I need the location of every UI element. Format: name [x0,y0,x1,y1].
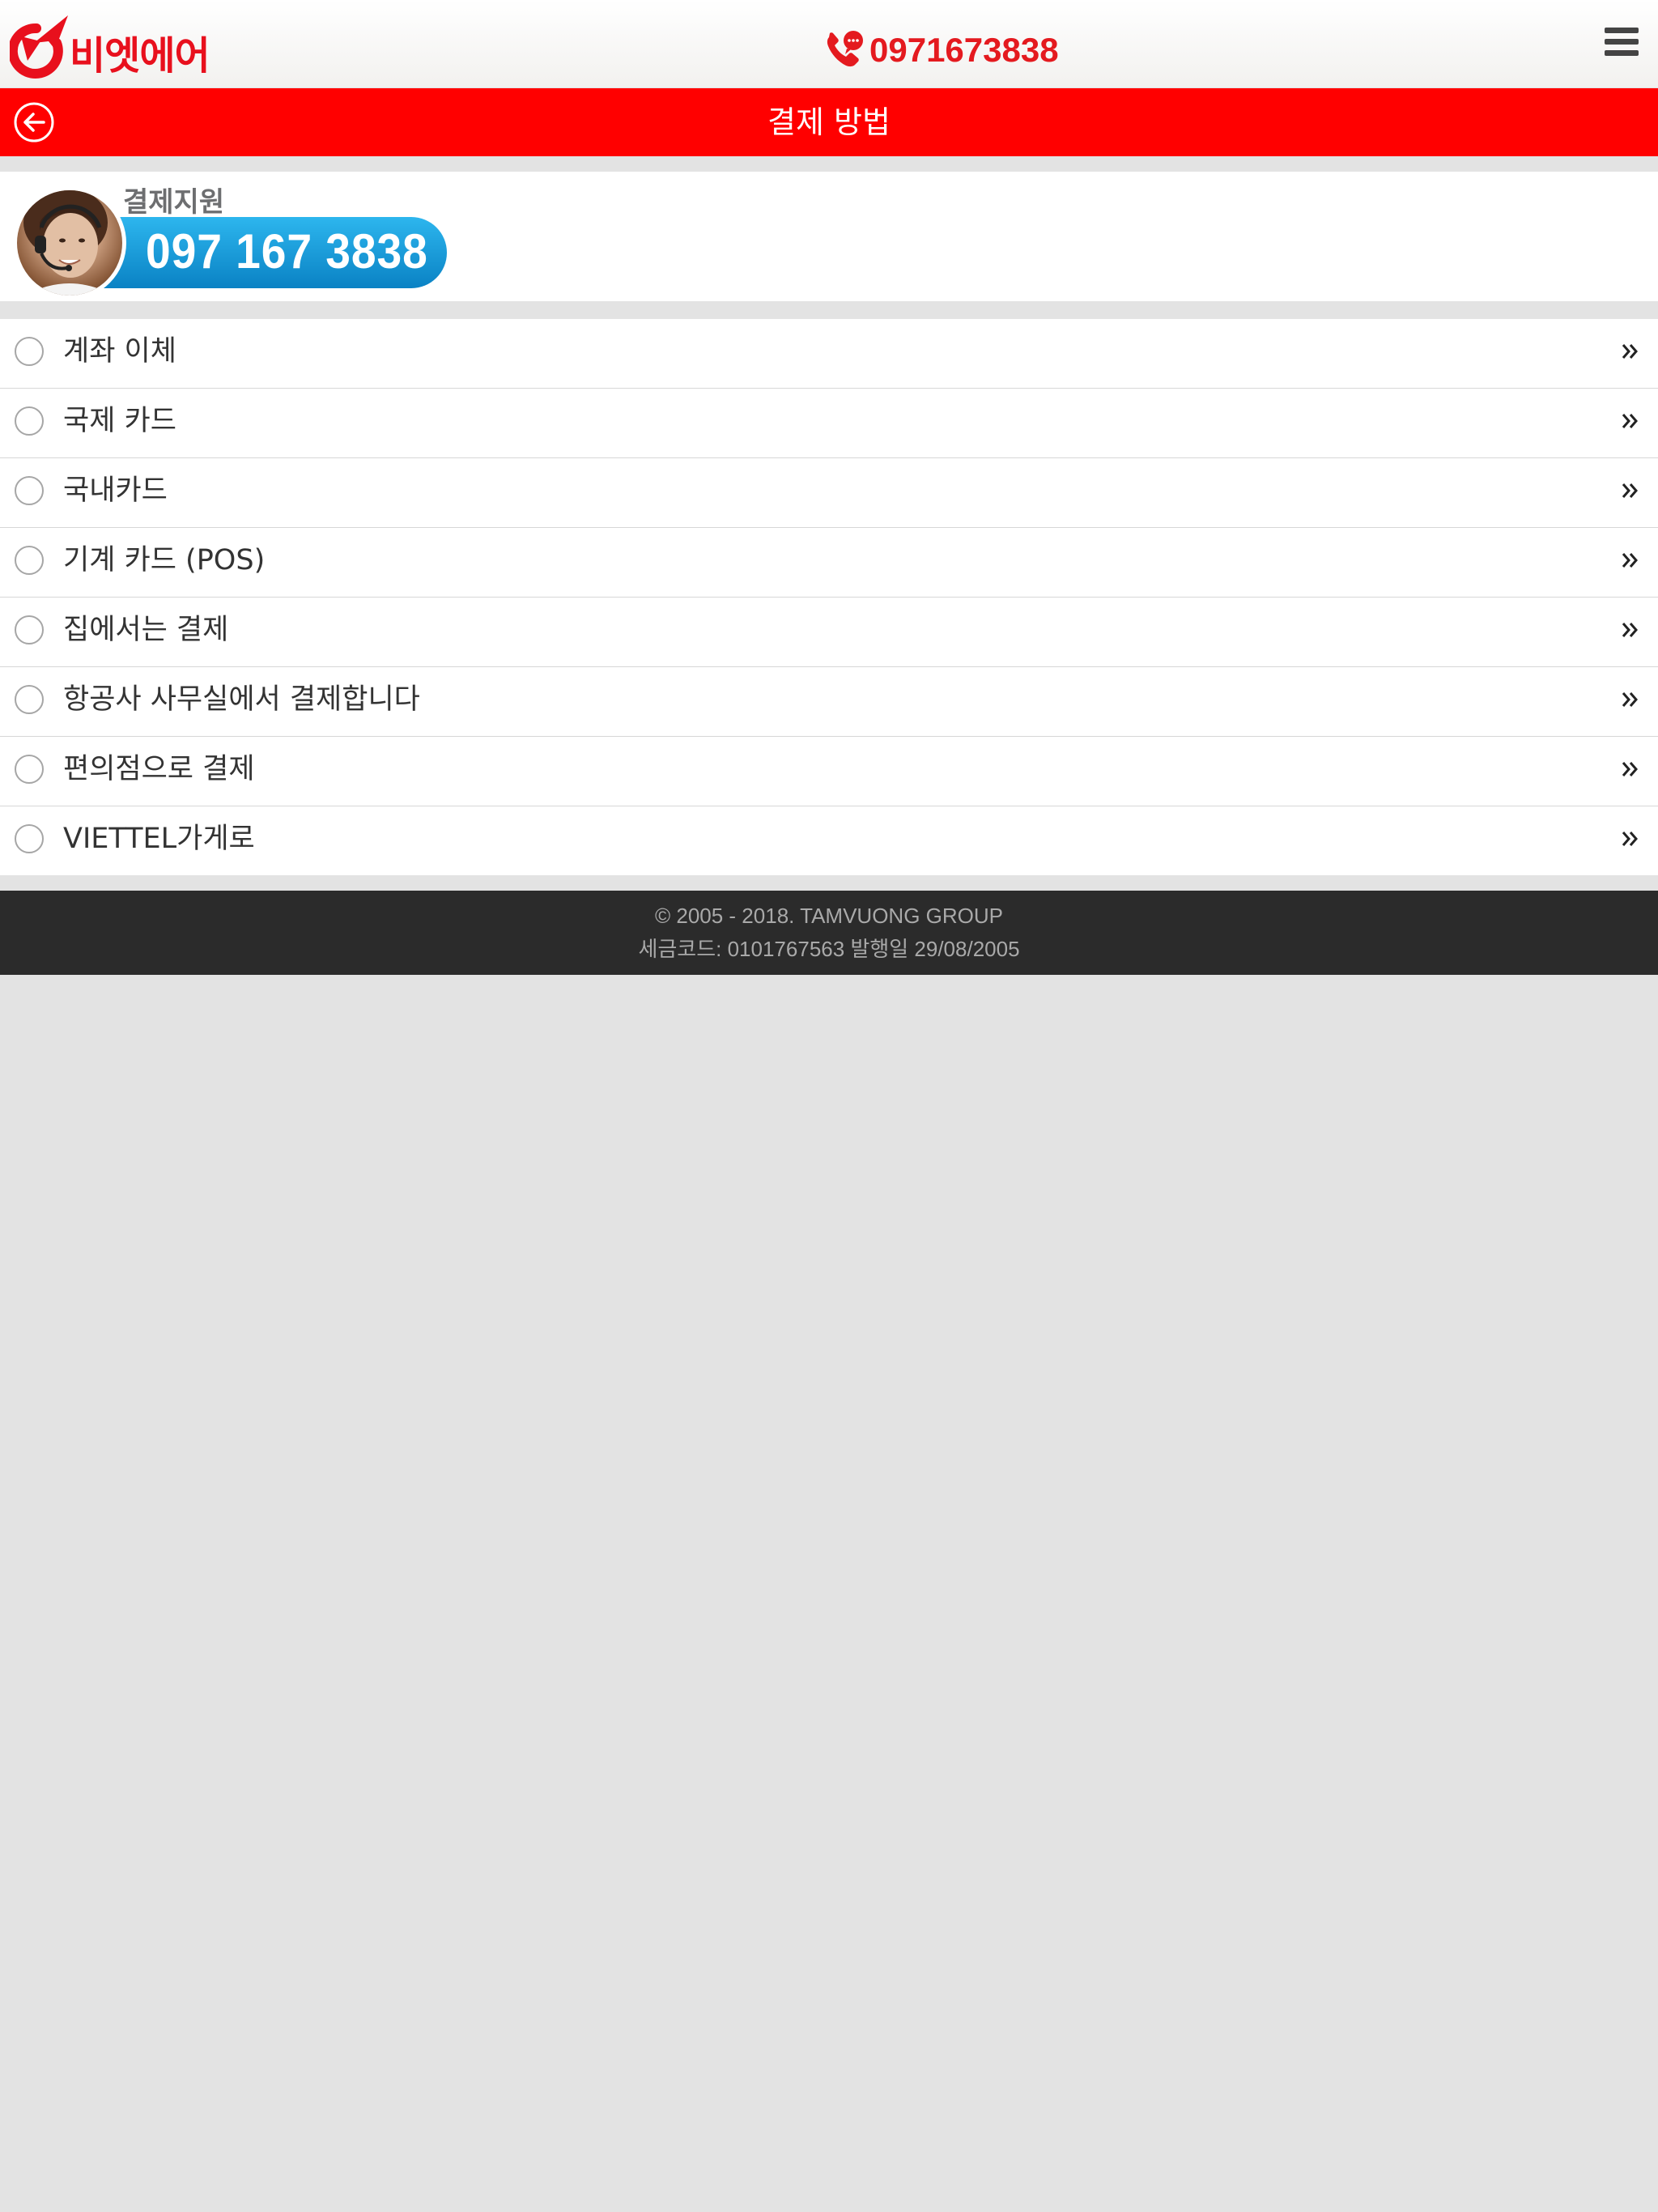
double-chevron-right-icon [1622,832,1638,846]
payment-method-label: 기계 카드 (POS) [63,544,266,576]
radio-empty-icon[interactable] [15,755,44,784]
header-phone-number: 0971673838 [869,31,1059,69]
payment-method-label: 국제 카드 [63,405,176,437]
double-chevron-right-icon [1622,623,1638,637]
list-item[interactable]: VIETTEL가게로 [0,806,1658,875]
page-footer: © 2005 - 2018. TAMVUONG GROUP 세금코드: 0101… [0,891,1658,975]
radio-empty-icon[interactable] [15,406,44,436]
list-item[interactable]: 국제 카드 [0,389,1658,458]
radio-empty-icon[interactable] [15,476,44,505]
page-title: 결제 방법 [767,104,891,140]
phone-chat-icon [827,31,863,67]
title-bar: 결제 방법 [0,88,1658,156]
list-item[interactable]: 항공사 사무실에서 결제합니다 [0,667,1658,737]
payment-method-list: 계좌 이체 국제 카드 국내카드 기계 카드 (POS) 집에서는 결제 항공사… [0,319,1658,875]
radio-empty-icon[interactable] [15,824,44,853]
double-chevron-right-icon [1622,344,1638,359]
double-chevron-right-icon [1622,762,1638,776]
list-item[interactable]: 집에서는 결제 [0,598,1658,667]
radio-empty-icon[interactable] [15,337,44,366]
support-agent-avatar [13,186,126,300]
list-item[interactable]: 편의점으로 결제 [0,737,1658,806]
footer-copyright: © 2005 - 2018. TAMVUONG GROUP [654,904,1003,928]
list-item[interactable]: 계좌 이체 [0,319,1658,389]
top-header: 비엣에어 0971673838 [0,0,1658,87]
payment-method-label: 국내카드 [63,474,168,507]
payment-method-label: 항공사 사무실에서 결제합니다 [63,683,420,716]
double-chevron-right-icon [1622,553,1638,568]
list-item[interactable]: 기계 카드 (POS) [0,528,1658,598]
double-chevron-right-icon [1622,414,1638,428]
payment-method-label: 집에서는 결제 [63,614,229,646]
hamburger-menu-icon[interactable] [1605,28,1639,60]
brand-logo[interactable]: 비엣에어 [7,10,210,83]
plane-logo-icon [7,12,70,80]
support-phone-number: 097 167 3838 [146,224,428,279]
support-label: 결제지원 [123,186,225,219]
footer-tax-info: 세금코드: 0101767563 발행일 29/08/2005 [638,937,1020,961]
payment-method-label: 편의점으로 결제 [63,753,255,785]
payment-method-label: VIETTEL가게로 [63,823,255,855]
radio-empty-icon[interactable] [15,546,44,575]
payment-support-banner[interactable]: 결제지원 097 167 3838 [0,172,1658,301]
payment-method-label: 계좌 이체 [63,335,176,368]
list-item[interactable]: 국내카드 [0,458,1658,528]
double-chevron-right-icon [1622,692,1638,707]
radio-empty-icon[interactable] [15,685,44,714]
radio-empty-icon[interactable] [15,615,44,644]
logo-text: 비엣에어 [70,33,210,79]
double-chevron-right-icon [1622,483,1638,498]
header-phone[interactable]: 0971673838 [824,29,1059,71]
